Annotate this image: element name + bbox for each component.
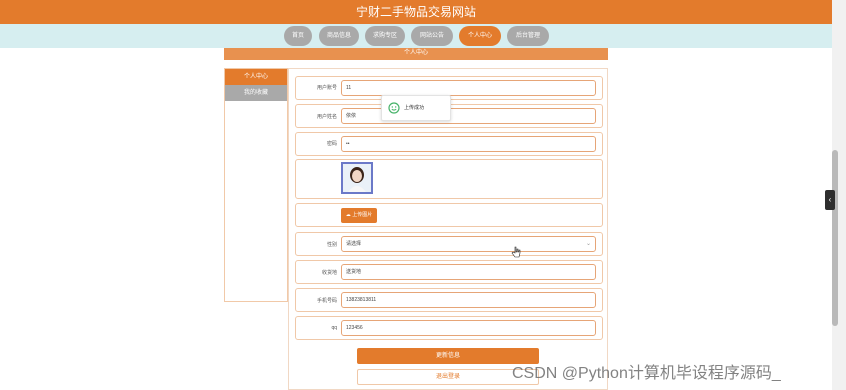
gender-label: 性别 xyxy=(326,242,337,248)
name-label: 用户姓名 xyxy=(316,114,337,120)
success-smile-icon xyxy=(388,102,400,114)
password-field[interactable]: •• xyxy=(341,136,596,152)
name-field[interactable]: 依依 xyxy=(341,108,596,124)
phone-field[interactable]: 13823813811 xyxy=(341,292,596,308)
nav-want-to-buy[interactable]: 求购专区 xyxy=(365,26,405,46)
sidebar-item-profile[interactable]: 个人中心 xyxy=(225,69,287,85)
nav-home[interactable]: 首页 xyxy=(284,26,312,46)
avatar xyxy=(341,162,373,194)
nav-goods-info[interactable]: 商品信息 xyxy=(319,26,359,46)
account-label: 用户账号 xyxy=(316,85,337,91)
scrollbar-thumb[interactable] xyxy=(832,150,838,326)
upload-icon: ☁ xyxy=(345,212,351,218)
page-title: 个人中心 xyxy=(403,50,428,56)
top-nav: 首页 商品信息 求购专区 网站公告 个人中心 后台管理 xyxy=(0,24,832,48)
password-label: 密码 xyxy=(326,141,337,147)
sidebar-item-favorites[interactable]: 我的收藏 xyxy=(225,85,287,101)
csdn-watermark: CSDN @Python计算机毕设程序源码_ xyxy=(512,365,781,382)
gender-select[interactable]: 请选择 xyxy=(341,236,596,252)
address-field[interactable]: 送货地 xyxy=(341,264,596,280)
account-field[interactable]: 11 xyxy=(341,80,596,96)
chevron-left-icon: ‹ xyxy=(828,195,832,204)
profile-sidebar: 个人中心 我的收藏 xyxy=(224,68,288,302)
upload-success-toast: 上传成功 xyxy=(381,95,451,121)
toast-message: 上传成功 xyxy=(404,105,425,111)
page-title-band: 个人中心 xyxy=(224,48,608,60)
site-header: 宁财二手物品交易网站 xyxy=(0,0,832,24)
site-title: 宁财二手物品交易网站 xyxy=(355,5,476,19)
nav-profile[interactable]: 个人中心 xyxy=(459,26,501,46)
phone-label: 手机号码 xyxy=(316,298,337,304)
upload-label: 上传图片 xyxy=(352,212,373,218)
address-label: 收货地 xyxy=(321,270,337,276)
qq-field[interactable]: 123456 xyxy=(341,320,596,336)
nav-admin[interactable]: 后台管理 xyxy=(507,26,549,46)
qq-label: qq xyxy=(331,325,337,331)
hand-cursor-icon xyxy=(511,246,521,258)
side-collapse-tab[interactable]: ‹ xyxy=(825,190,835,210)
upload-image-button[interactable]: ☁ 上传图片 xyxy=(341,208,377,223)
avatar-image-icon xyxy=(343,164,371,192)
nav-announcement[interactable]: 网站公告 xyxy=(411,26,453,46)
chevron-down-icon: ⌄ xyxy=(586,241,592,247)
